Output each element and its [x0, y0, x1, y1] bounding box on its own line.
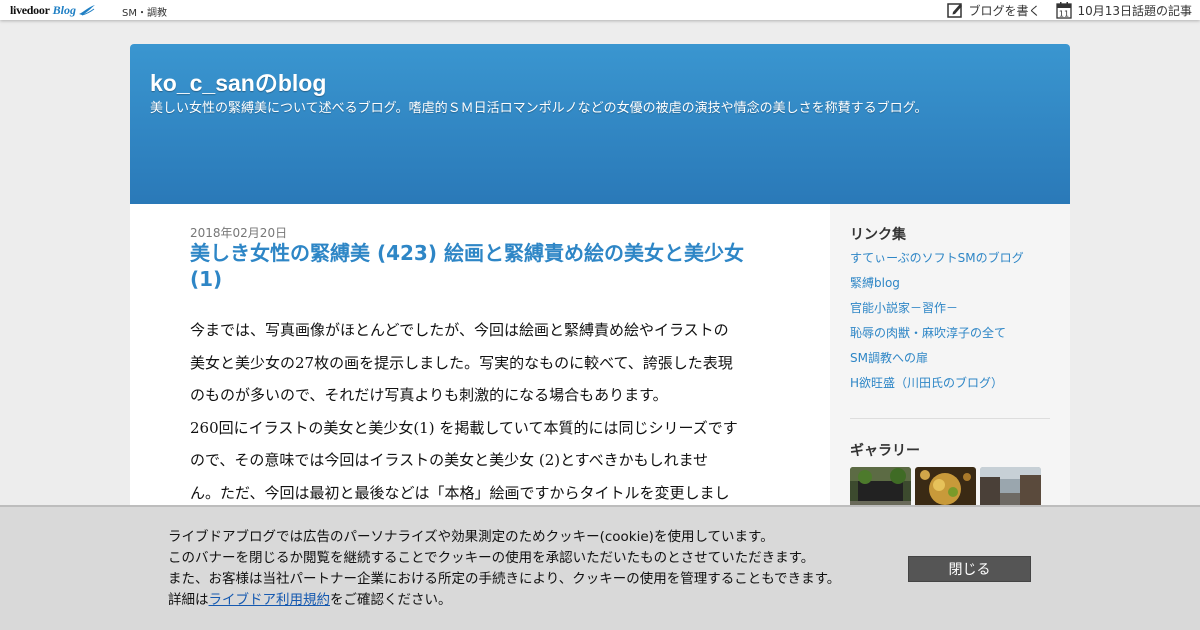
gallery-thumbnail[interactable]: [850, 467, 911, 509]
trending-articles-link[interactable]: 11 10月13日話題の記事: [1056, 1, 1192, 19]
terms-link[interactable]: ライブドア利用規約: [209, 592, 331, 608]
close-button[interactable]: 閉じる: [908, 556, 1031, 582]
calendar-day: 11: [1059, 9, 1069, 18]
edit-icon: [947, 3, 963, 18]
calendar-icon: 11: [1056, 1, 1073, 19]
post-body-line: 今までは、写真画像がほとんどでしたが、今回は絵画と緊縛責め絵やイラストの: [190, 321, 729, 339]
sidebar-link[interactable]: 官能小説家－習作－: [850, 301, 1024, 326]
write-blog-link[interactable]: ブログを書く: [947, 2, 1040, 19]
links-list: すてぃーぶのソフトSMのブログ 緊縛blog 官能小説家－習作－ 恥辱の肉獣・麻…: [850, 251, 1024, 401]
cookie-line: このバナーを閉じるか閲覧を継続することでクッキーの使用を承認いただいたものとさせ…: [168, 550, 815, 566]
sidebar-link[interactable]: すてぃーぶのソフトSMのブログ: [850, 251, 1024, 276]
post-body: 今までは、写真画像がほとんどでしたが、今回は絵画と緊縛責め絵やイラストの 美女と…: [190, 314, 780, 509]
blog-title[interactable]: ko_c_sanのblog: [150, 64, 326, 98]
bird-logo-icon: [78, 5, 95, 16]
cookie-line: ライブドアブログでは広告のパーソナライズや効果測定のためクッキー(cookie)…: [168, 529, 774, 545]
sidebar-link[interactable]: SM調教への扉: [850, 351, 1024, 376]
post-body-line: 美女と美少女の27枚の画を提示しました。写実的なものに較べて、誇張した表現: [190, 353, 733, 372]
cookie-details-prefix: 詳細は: [168, 592, 209, 608]
category-link[interactable]: SM・調教: [122, 4, 167, 19]
sidebar-link[interactable]: 恥辱の肉獣・麻吹淳子の全て: [850, 326, 1024, 351]
post-body-line: のものが多いので、それだけ写真よりも刺激的になる場合もあります。: [190, 386, 668, 404]
gallery: [850, 467, 1045, 509]
trending-label: 10月13日話題の記事: [1077, 3, 1192, 18]
blog-header: ko_c_sanのblog 美しい女性の緊縛美について述べるブログ。嗜虐的ＳＭ日…: [130, 44, 1070, 204]
cookie-banner: ライブドアブログでは広告のパーソナライズや効果測定のためクッキー(cookie)…: [0, 505, 1200, 630]
cookie-message: ライブドアブログでは広告のパーソナライズや効果測定のためクッキー(cookie)…: [168, 527, 840, 611]
blog-description: 美しい女性の緊縛美について述べるブログ。嗜虐的ＳＭ日活ロマンポルノなどの女優の被…: [150, 101, 928, 116]
logo-livedoor-text: livedoor: [10, 2, 50, 17]
sidebar-link[interactable]: H欲旺盛（川田氏のブログ）: [850, 376, 1024, 401]
logo-blog-text: Blog: [52, 2, 76, 17]
top-right-menu: ブログを書く 11 10月13日話題の記事: [931, 1, 1192, 19]
cookie-line: また、お客様は当社パートナー企業における所定の手続きにより、クッキーの使用を管理…: [168, 571, 841, 587]
cookie-line-details: 詳細はライブドア利用規約をご確認ください。: [168, 590, 840, 611]
sidebar-divider: [850, 418, 1050, 419]
gallery-thumbnail[interactable]: [915, 467, 976, 509]
livedoor-blog-logo[interactable]: livedoor Blog: [10, 2, 96, 18]
links-heading: リンク集: [850, 227, 906, 243]
post-title[interactable]: 美しき女性の緊縛美 (423) 絵画と緊縛責め絵の美女と美少女 (1): [190, 240, 780, 292]
post-body-line: ので、その意味では今回はイラストの美女と美少女 (2)とすべきかもしれませ: [190, 451, 709, 469]
post-body-line: 260回にイラストの美女と美少女(1) を掲載していて本質的には同じシリーズです: [190, 418, 738, 437]
gallery-thumbnail[interactable]: [980, 467, 1041, 509]
gallery-heading: ギャラリー: [850, 443, 920, 459]
post-date: 2018年02月20日: [190, 226, 288, 240]
top-bar: livedoor Blog SM・調教 ブログを書く 11 10月13日話題の記…: [0, 0, 1200, 20]
write-blog-label: ブログを書く: [968, 3, 1041, 18]
cookie-details-suffix: をご確認ください。: [330, 592, 452, 608]
sidebar-link[interactable]: 緊縛blog: [850, 276, 1024, 301]
